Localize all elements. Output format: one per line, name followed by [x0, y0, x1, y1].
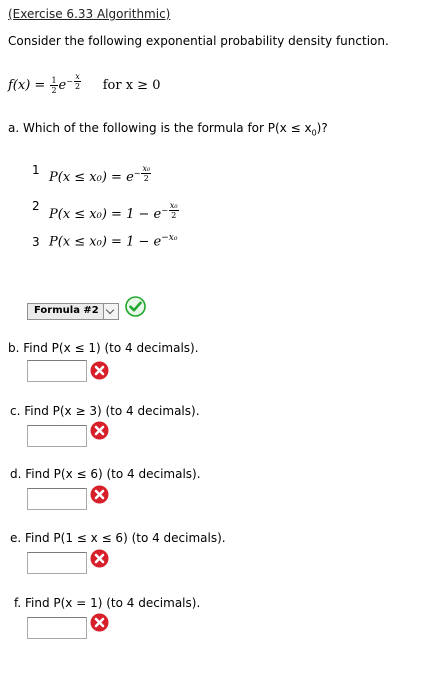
check-circle-icon — [125, 296, 146, 317]
x-circle-icon — [90, 613, 109, 632]
option-1-number: 1 — [32, 163, 40, 177]
exercise-link[interactable]: (Exercise 6.33 Algorithmic) — [8, 7, 170, 21]
part-a-question: a. Which of the following is the formula… — [8, 121, 328, 138]
intro-text: Consider the following exponential proba… — [8, 34, 389, 48]
part-e-answer-input[interactable] — [27, 552, 87, 574]
part-d-answer-input[interactable] — [27, 488, 87, 510]
pdf-formula: f(x) = 1 2 e− x 2 for x ≥ 0 — [8, 72, 161, 95]
formula-select-value: Formula #2 — [34, 305, 99, 316]
part-f-answer-input[interactable] — [27, 617, 87, 639]
part-c-answer-input[interactable] — [27, 425, 87, 447]
x-circle-icon — [90, 361, 109, 380]
part-f-question: f. Find P(x = 1) (to 4 decimals). — [14, 596, 201, 610]
part-b-question: b. Find P(x ≤ 1) (to 4 decimals). — [8, 341, 199, 355]
chevron-down-icon[interactable] — [103, 304, 118, 319]
part-b-answer-input[interactable] — [27, 360, 87, 382]
part-e-question: e. Find P(1 ≤ x ≤ 6) (to 4 decimals). — [10, 531, 226, 545]
x-circle-icon — [90, 549, 109, 568]
option-2-number: 2 — [32, 199, 40, 213]
option-3-number: 3 — [32, 235, 40, 249]
option-3-formula: P(x ≤ x₀) = 1 − e−x₀ — [49, 233, 178, 250]
x-circle-icon — [90, 421, 109, 440]
part-d-question: d. Find P(x ≤ 6) (to 4 decimals). — [10, 467, 201, 481]
formula-select[interactable]: Formula #2 — [27, 303, 119, 320]
option-1-formula: P(x ≤ x₀) = e− x₀ 2 — [49, 164, 152, 185]
x-circle-icon — [90, 485, 109, 504]
option-2-formula: P(x ≤ x₀) = 1 − e− x₀ 2 — [49, 201, 179, 222]
part-c-question: c. Find P(x ≥ 3) (to 4 decimals). — [10, 404, 200, 418]
